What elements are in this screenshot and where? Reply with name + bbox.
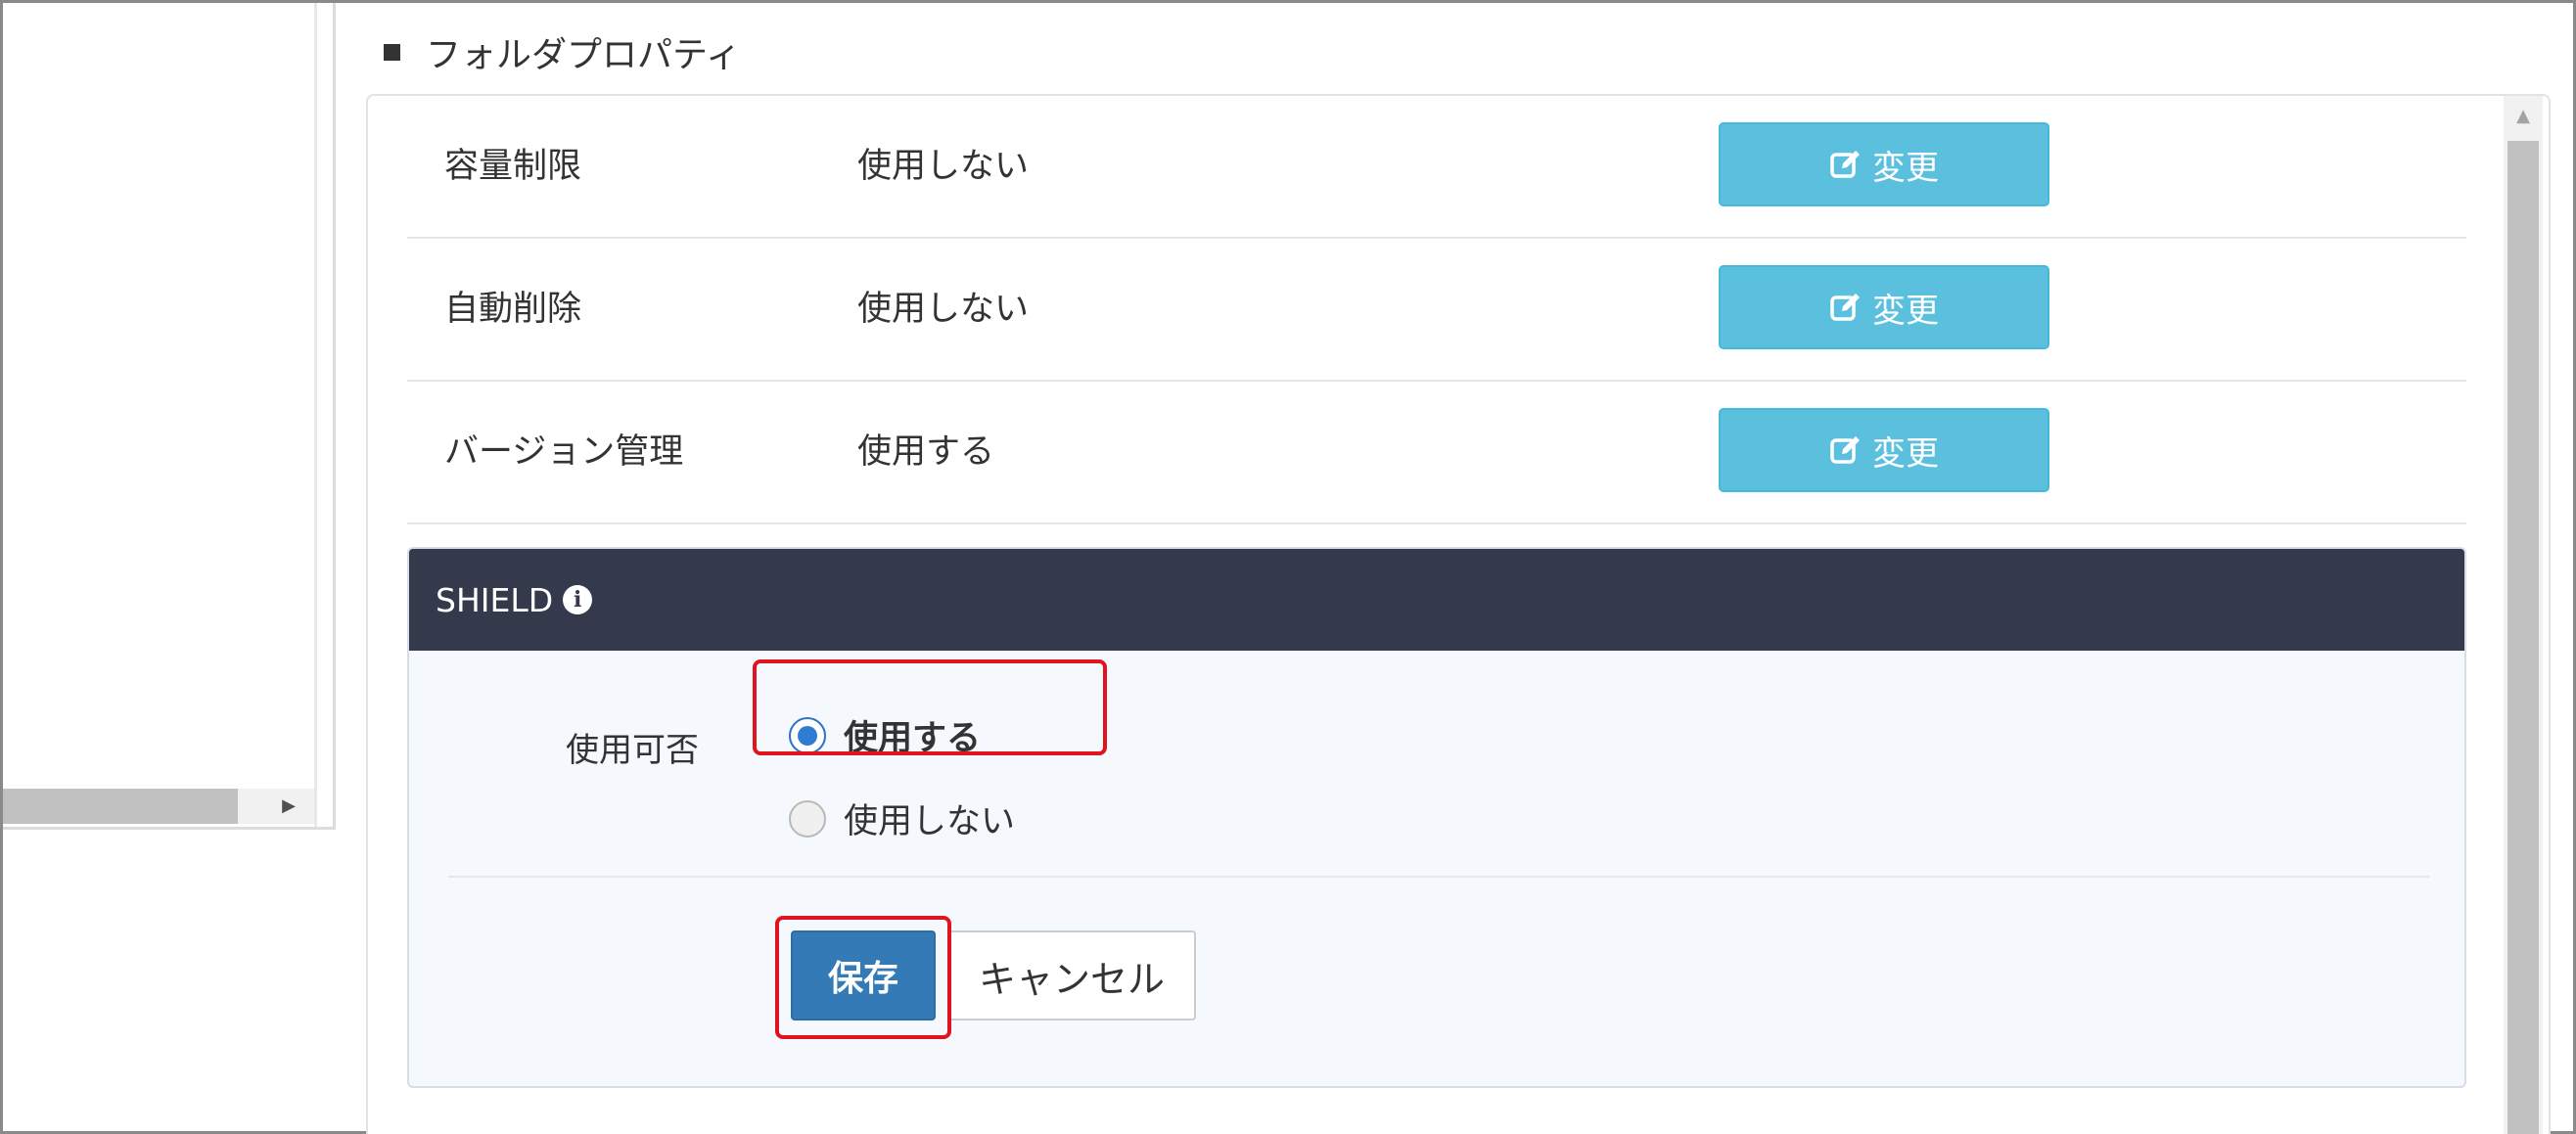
left-scrollbar-thumb[interactable] <box>3 789 238 824</box>
section-heading: フォルダプロパティ <box>384 25 741 78</box>
save-button[interactable]: 保存 <box>791 930 936 1021</box>
property-label: バージョン管理 <box>444 432 684 472</box>
change-button-label: 変更 <box>1872 433 1939 474</box>
change-auto-delete-button[interactable]: 変更 <box>1719 265 2049 349</box>
shield-panel: SHIELD i 使用可否 使用する 使用しない 保存 キャンセル <box>407 547 2466 1088</box>
property-label: 容量制限 <box>444 147 582 186</box>
cancel-button[interactable]: キャンセル <box>947 930 1196 1021</box>
section-title: フォルダプロパティ <box>426 35 741 75</box>
scroll-up-arrow-icon[interactable]: ▲ <box>2504 96 2543 137</box>
radio-button-selected[interactable] <box>789 716 826 754</box>
edit-icon <box>1830 294 1860 321</box>
square-bullet-icon <box>384 43 400 61</box>
change-version-management-button[interactable]: 変更 <box>1719 408 2049 492</box>
radio-not-use[interactable]: 使用しない <box>789 794 1015 843</box>
property-value: 使用しない <box>857 290 1030 329</box>
property-label: 自動削除 <box>444 290 582 329</box>
shield-title: SHIELD <box>436 580 554 619</box>
property-value: 使用しない <box>857 147 1030 186</box>
usage-field-label: 使用可否 <box>566 731 699 770</box>
change-button-label: 変更 <box>1872 291 1939 331</box>
left-pane-divider <box>314 3 317 827</box>
property-row-auto-delete: 自動削除 使用しない 変更 <box>407 239 2466 382</box>
radio-use-label: 使用する <box>844 719 982 758</box>
change-capacity-limit-button[interactable]: 変更 <box>1719 122 2049 206</box>
folder-properties-panel: 容量制限 使用しない 変更 自動削除 使用しない 変更 バージョン管理 使用する <box>366 94 2551 1134</box>
property-value: 使用する <box>857 432 995 472</box>
left-pane: ▶ <box>3 3 336 830</box>
edit-icon <box>1830 151 1860 178</box>
radio-button-unselected[interactable] <box>789 799 826 838</box>
change-button-label: 変更 <box>1872 148 1939 188</box>
form-divider <box>448 876 2429 878</box>
left-horizontal-scrollbar[interactable]: ▶ <box>3 789 314 824</box>
scroll-right-arrow-icon[interactable]: ▶ <box>269 789 308 824</box>
radio-not-use-label: 使用しない <box>844 802 1016 841</box>
edit-icon <box>1830 436 1860 464</box>
vertical-scrollbar[interactable]: ▲ <box>2504 96 2543 1134</box>
property-row-capacity-limit: 容量制限 使用しない 変更 <box>407 96 2466 239</box>
property-row-version-management: バージョン管理 使用する 変更 <box>407 382 2466 524</box>
radio-use[interactable]: 使用する <box>789 710 981 760</box>
shield-header: SHIELD i <box>409 549 2464 651</box>
vertical-scrollbar-thumb[interactable] <box>2507 141 2539 1134</box>
info-icon[interactable]: i <box>563 585 593 614</box>
